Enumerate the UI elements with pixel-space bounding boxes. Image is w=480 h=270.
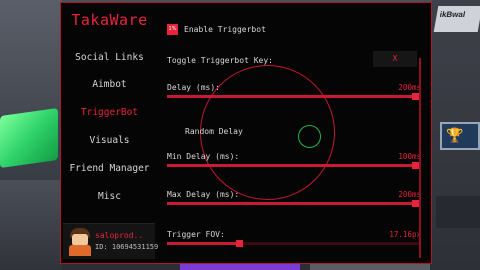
- toggle-key-label: Toggle Triggerbot Key:: [167, 56, 273, 65]
- max-delay-value: 200ms: [398, 190, 421, 199]
- background-ramp: [0, 180, 62, 270]
- random-delay-toggle[interactable]: [298, 125, 321, 148]
- background-sign: ikBwal: [433, 6, 480, 32]
- scrollbar[interactable]: [419, 58, 421, 258]
- sidebar-item-misc[interactable]: Misc: [61, 191, 158, 202]
- takaware-window: TakaWare Social Links Aimbot TriggerBot …: [60, 2, 432, 264]
- enable-triggerbot-label: Enable Triggerbot: [184, 25, 266, 34]
- trigger-fov-slider-knob[interactable]: [235, 240, 243, 247]
- min-delay-value: 100ms: [398, 152, 421, 161]
- random-delay-label: Random Delay: [185, 127, 243, 136]
- sidebar: TakaWare Social Links Aimbot TriggerBot …: [61, 3, 158, 263]
- background-green-block: [0, 107, 58, 169]
- trigger-fov-value: 17.16px: [389, 230, 421, 239]
- sidebar-item-aimbot[interactable]: Aimbot: [61, 79, 158, 90]
- toggle-key-button[interactable]: X: [373, 51, 417, 67]
- sidebar-item-visuals[interactable]: Visuals: [61, 135, 158, 146]
- enable-triggerbot-checkbox[interactable]: 1%: [167, 24, 178, 35]
- avatar: [69, 228, 91, 256]
- user-id: ID: 10694531159: [95, 243, 159, 251]
- sidebar-item-triggerbot[interactable]: TriggerBot: [61, 107, 158, 118]
- min-delay-slider-track[interactable]: [167, 164, 419, 167]
- max-delay-slider-knob[interactable]: [412, 200, 419, 207]
- min-delay-slider-knob[interactable]: [412, 162, 419, 169]
- sidebar-item-social-links[interactable]: Social Links: [61, 52, 158, 63]
- sidebar-item-friend-manager[interactable]: Friend Manager: [61, 163, 158, 174]
- min-delay-label: Min Delay (ms):: [167, 152, 240, 161]
- trigger-fov-slider-fill: [167, 242, 238, 245]
- background-trophy-panel: 🏆: [440, 122, 480, 150]
- delay-value: 200ms: [398, 83, 421, 92]
- trigger-fov-label: Trigger FOV:: [167, 230, 225, 239]
- triggerbot-panel: 1% Enable Triggerbot Toggle Triggerbot K…: [158, 3, 432, 263]
- max-delay-slider-track[interactable]: [167, 202, 419, 205]
- app-title: TakaWare: [71, 11, 148, 29]
- delay-slider-knob[interactable]: [412, 93, 419, 100]
- delay-slider-track[interactable]: [167, 95, 419, 98]
- username: saloprod..: [95, 231, 144, 240]
- trophy-icon: 🏆: [446, 128, 464, 144]
- user-card: saloprod.. ID: 10694531159: [63, 223, 159, 259]
- delay-label: Delay (ms):: [167, 83, 220, 92]
- max-delay-label: Max Delay (ms):: [167, 190, 240, 199]
- background-block: [436, 196, 480, 228]
